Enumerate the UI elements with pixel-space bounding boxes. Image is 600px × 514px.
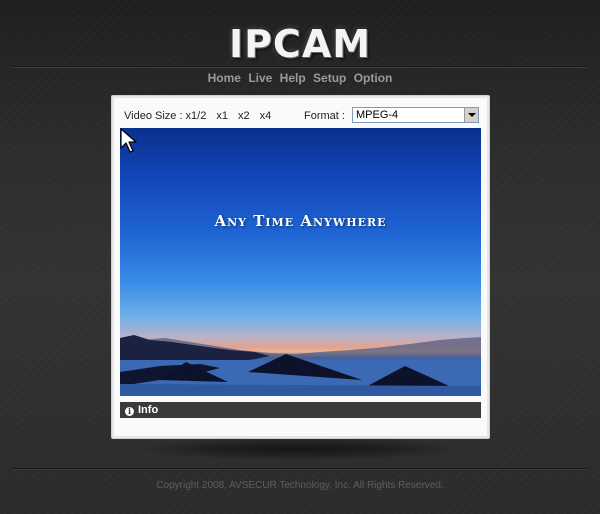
video-scenery: [120, 335, 481, 396]
video-caption: Any Time Anywhere: [214, 212, 387, 230]
info-icon: i: [125, 407, 134, 416]
size-x4-link[interactable]: x4: [260, 110, 272, 122]
app-logo: IPCAM: [228, 22, 372, 66]
dropdown-arrow-icon[interactable]: [464, 108, 478, 122]
size-x2-link[interactable]: x2: [238, 110, 250, 122]
live-video-view[interactable]: Any Time Anywhere: [120, 128, 481, 396]
info-bar[interactable]: i Info: [120, 402, 481, 418]
video-size-bar: Video Size : x1/2 x1 x2 x4: [124, 110, 276, 122]
info-label: Info: [138, 404, 159, 416]
nav-option[interactable]: Option: [354, 71, 393, 85]
copyright-text: Copyright 2008, AVSECUR Technology, Inc.…: [156, 480, 444, 491]
format-select[interactable]: MPEG-4: [352, 107, 479, 123]
footer-divider: [12, 468, 588, 469]
main-nav: Home Live Help Setup Option: [0, 71, 600, 85]
size-half-link[interactable]: x1/2: [186, 110, 207, 122]
nav-setup[interactable]: Setup: [313, 71, 346, 85]
nav-home[interactable]: Home: [208, 71, 241, 85]
mouse-pointer-icon: [120, 128, 137, 153]
nav-live[interactable]: Live: [248, 71, 272, 85]
viewer-panel: Video Size : x1/2 x1 x2 x4 Format : MPEG-4 A…: [111, 95, 490, 439]
size-x1-link[interactable]: x1: [216, 110, 228, 122]
video-size-label: Video Size :: [124, 110, 183, 122]
format-select-value: MPEG-4: [356, 109, 399, 121]
header-divider: [12, 66, 588, 67]
format-label: Format :: [304, 110, 345, 122]
panel-shadow: [140, 438, 460, 460]
nav-help[interactable]: Help: [280, 71, 306, 85]
